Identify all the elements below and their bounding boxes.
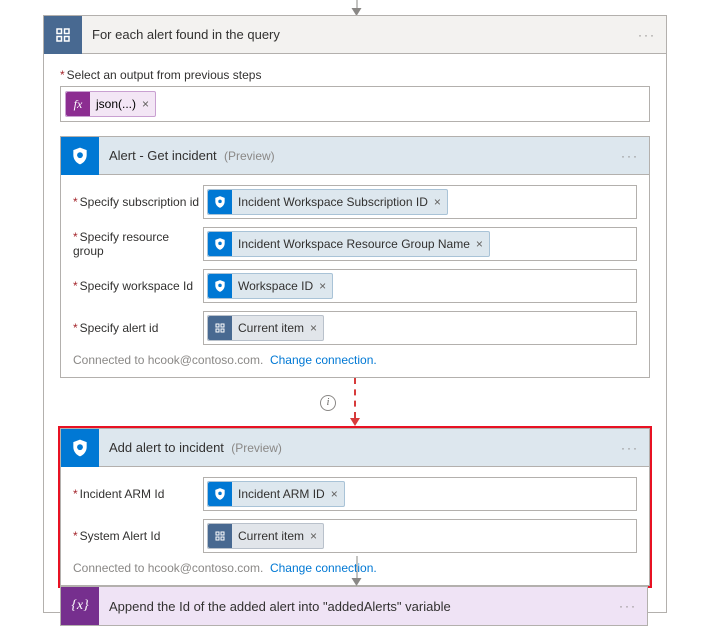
connector-arrow-bottom <box>357 556 358 578</box>
remove-token-icon[interactable]: × <box>331 487 338 501</box>
select-output-field[interactable]: fx json(...) × <box>60 86 650 122</box>
add-alert-card: Add alert to incident (Preview) ··· *Inc… <box>60 428 650 586</box>
param-row-alert-id: *Specify alert id Current item × <box>73 311 637 345</box>
more-menu-icon[interactable]: ··· <box>621 441 639 455</box>
foreach-icon <box>44 16 82 54</box>
foreach-header[interactable]: For each alert found in the query ··· <box>44 16 666 54</box>
foreach-card: For each alert found in the query ··· *S… <box>43 15 667 613</box>
subscription-token[interactable]: Incident Workspace Subscription ID × <box>207 189 448 215</box>
connection-status: Connected to hcook@contoso.com. Change c… <box>73 353 637 367</box>
alert-id-field[interactable]: Current item × <box>203 311 637 345</box>
change-connection-link[interactable]: Change connection. <box>270 561 377 575</box>
system-alert-field[interactable]: Current item × <box>203 519 637 553</box>
sentinel-icon <box>208 190 232 214</box>
foreach-icon <box>208 316 232 340</box>
get-incident-header[interactable]: Alert - Get incident (Preview) ··· <box>61 137 649 175</box>
fx-token-label: json(...) <box>96 97 136 111</box>
append-variable-header[interactable]: {x} Append the Id of the added alert int… <box>61 587 647 625</box>
param-row-subscription: *Specify subscription id Incident Worksp… <box>73 185 637 219</box>
remove-token-icon[interactable]: × <box>434 195 441 209</box>
remove-token-icon[interactable]: × <box>310 321 317 335</box>
append-variable-card: {x} Append the Id of the added alert int… <box>60 586 648 626</box>
sentinel-icon <box>61 429 99 467</box>
param-row-workspace: *Specify workspace Id Workspace ID × <box>73 269 637 303</box>
remove-token-icon[interactable]: × <box>476 237 483 251</box>
sentinel-icon <box>208 232 232 256</box>
current-item-token[interactable]: Current item × <box>207 523 324 549</box>
param-row-system-alert-id: *System Alert Id Current item × <box>73 519 637 553</box>
remove-token-icon[interactable]: × <box>142 97 149 111</box>
resource-group-token[interactable]: Incident Workspace Resource Group Name × <box>207 231 490 257</box>
param-row-resource-group: *Specify resource group Incident Workspa… <box>73 227 637 261</box>
subscription-field[interactable]: Incident Workspace Subscription ID × <box>203 185 637 219</box>
resource-group-field[interactable]: Incident Workspace Resource Group Name × <box>203 227 637 261</box>
dashed-connector: i <box>60 378 650 428</box>
foreach-body: *Select an output from previous steps fx… <box>44 54 666 612</box>
workspace-token[interactable]: Workspace ID × <box>207 273 333 299</box>
add-alert-title: Add alert to incident <box>109 440 224 455</box>
param-row-arm-id: *Incident ARM Id Incident ARM ID × <box>73 477 637 511</box>
change-connection-link[interactable]: Change connection. <box>270 353 377 367</box>
connection-status: Connected to hcook@contoso.com. Change c… <box>73 561 637 575</box>
sentinel-icon <box>61 137 99 175</box>
sentinel-icon <box>208 274 232 298</box>
required-asterisk: * <box>60 68 65 82</box>
variable-icon: {x} <box>61 587 99 625</box>
get-incident-body: *Specify subscription id Incident Worksp… <box>61 175 649 377</box>
select-output-label: *Select an output from previous steps <box>60 68 650 82</box>
get-incident-title: Alert - Get incident <box>109 148 217 163</box>
more-menu-icon[interactable]: ··· <box>638 28 656 42</box>
fx-json-token[interactable]: fx json(...) × <box>65 91 156 117</box>
more-menu-icon[interactable]: ··· <box>621 149 639 163</box>
workspace-field[interactable]: Workspace ID × <box>203 269 637 303</box>
preview-badge: (Preview) <box>231 441 282 455</box>
foreach-icon <box>208 524 232 548</box>
preview-badge: (Preview) <box>224 149 275 163</box>
remove-token-icon[interactable]: × <box>319 279 326 293</box>
get-incident-card: Alert - Get incident (Preview) ··· *Spec… <box>60 136 650 378</box>
fx-icon: fx <box>66 92 90 116</box>
connector-arrow-top <box>357 0 358 8</box>
add-alert-body: *Incident ARM Id Incident ARM ID × *Syst… <box>61 467 649 585</box>
remove-token-icon[interactable]: × <box>310 529 317 543</box>
current-item-token[interactable]: Current item × <box>207 315 324 341</box>
add-alert-header[interactable]: Add alert to incident (Preview) ··· <box>61 429 649 467</box>
arm-id-field[interactable]: Incident ARM ID × <box>203 477 637 511</box>
append-variable-title: Append the Id of the added alert into "a… <box>109 599 619 614</box>
more-menu-icon[interactable]: ··· <box>619 599 637 613</box>
sentinel-icon <box>208 482 232 506</box>
foreach-title: For each alert found in the query <box>92 27 638 42</box>
info-icon[interactable]: i <box>320 395 336 411</box>
arm-id-token[interactable]: Incident ARM ID × <box>207 481 345 507</box>
